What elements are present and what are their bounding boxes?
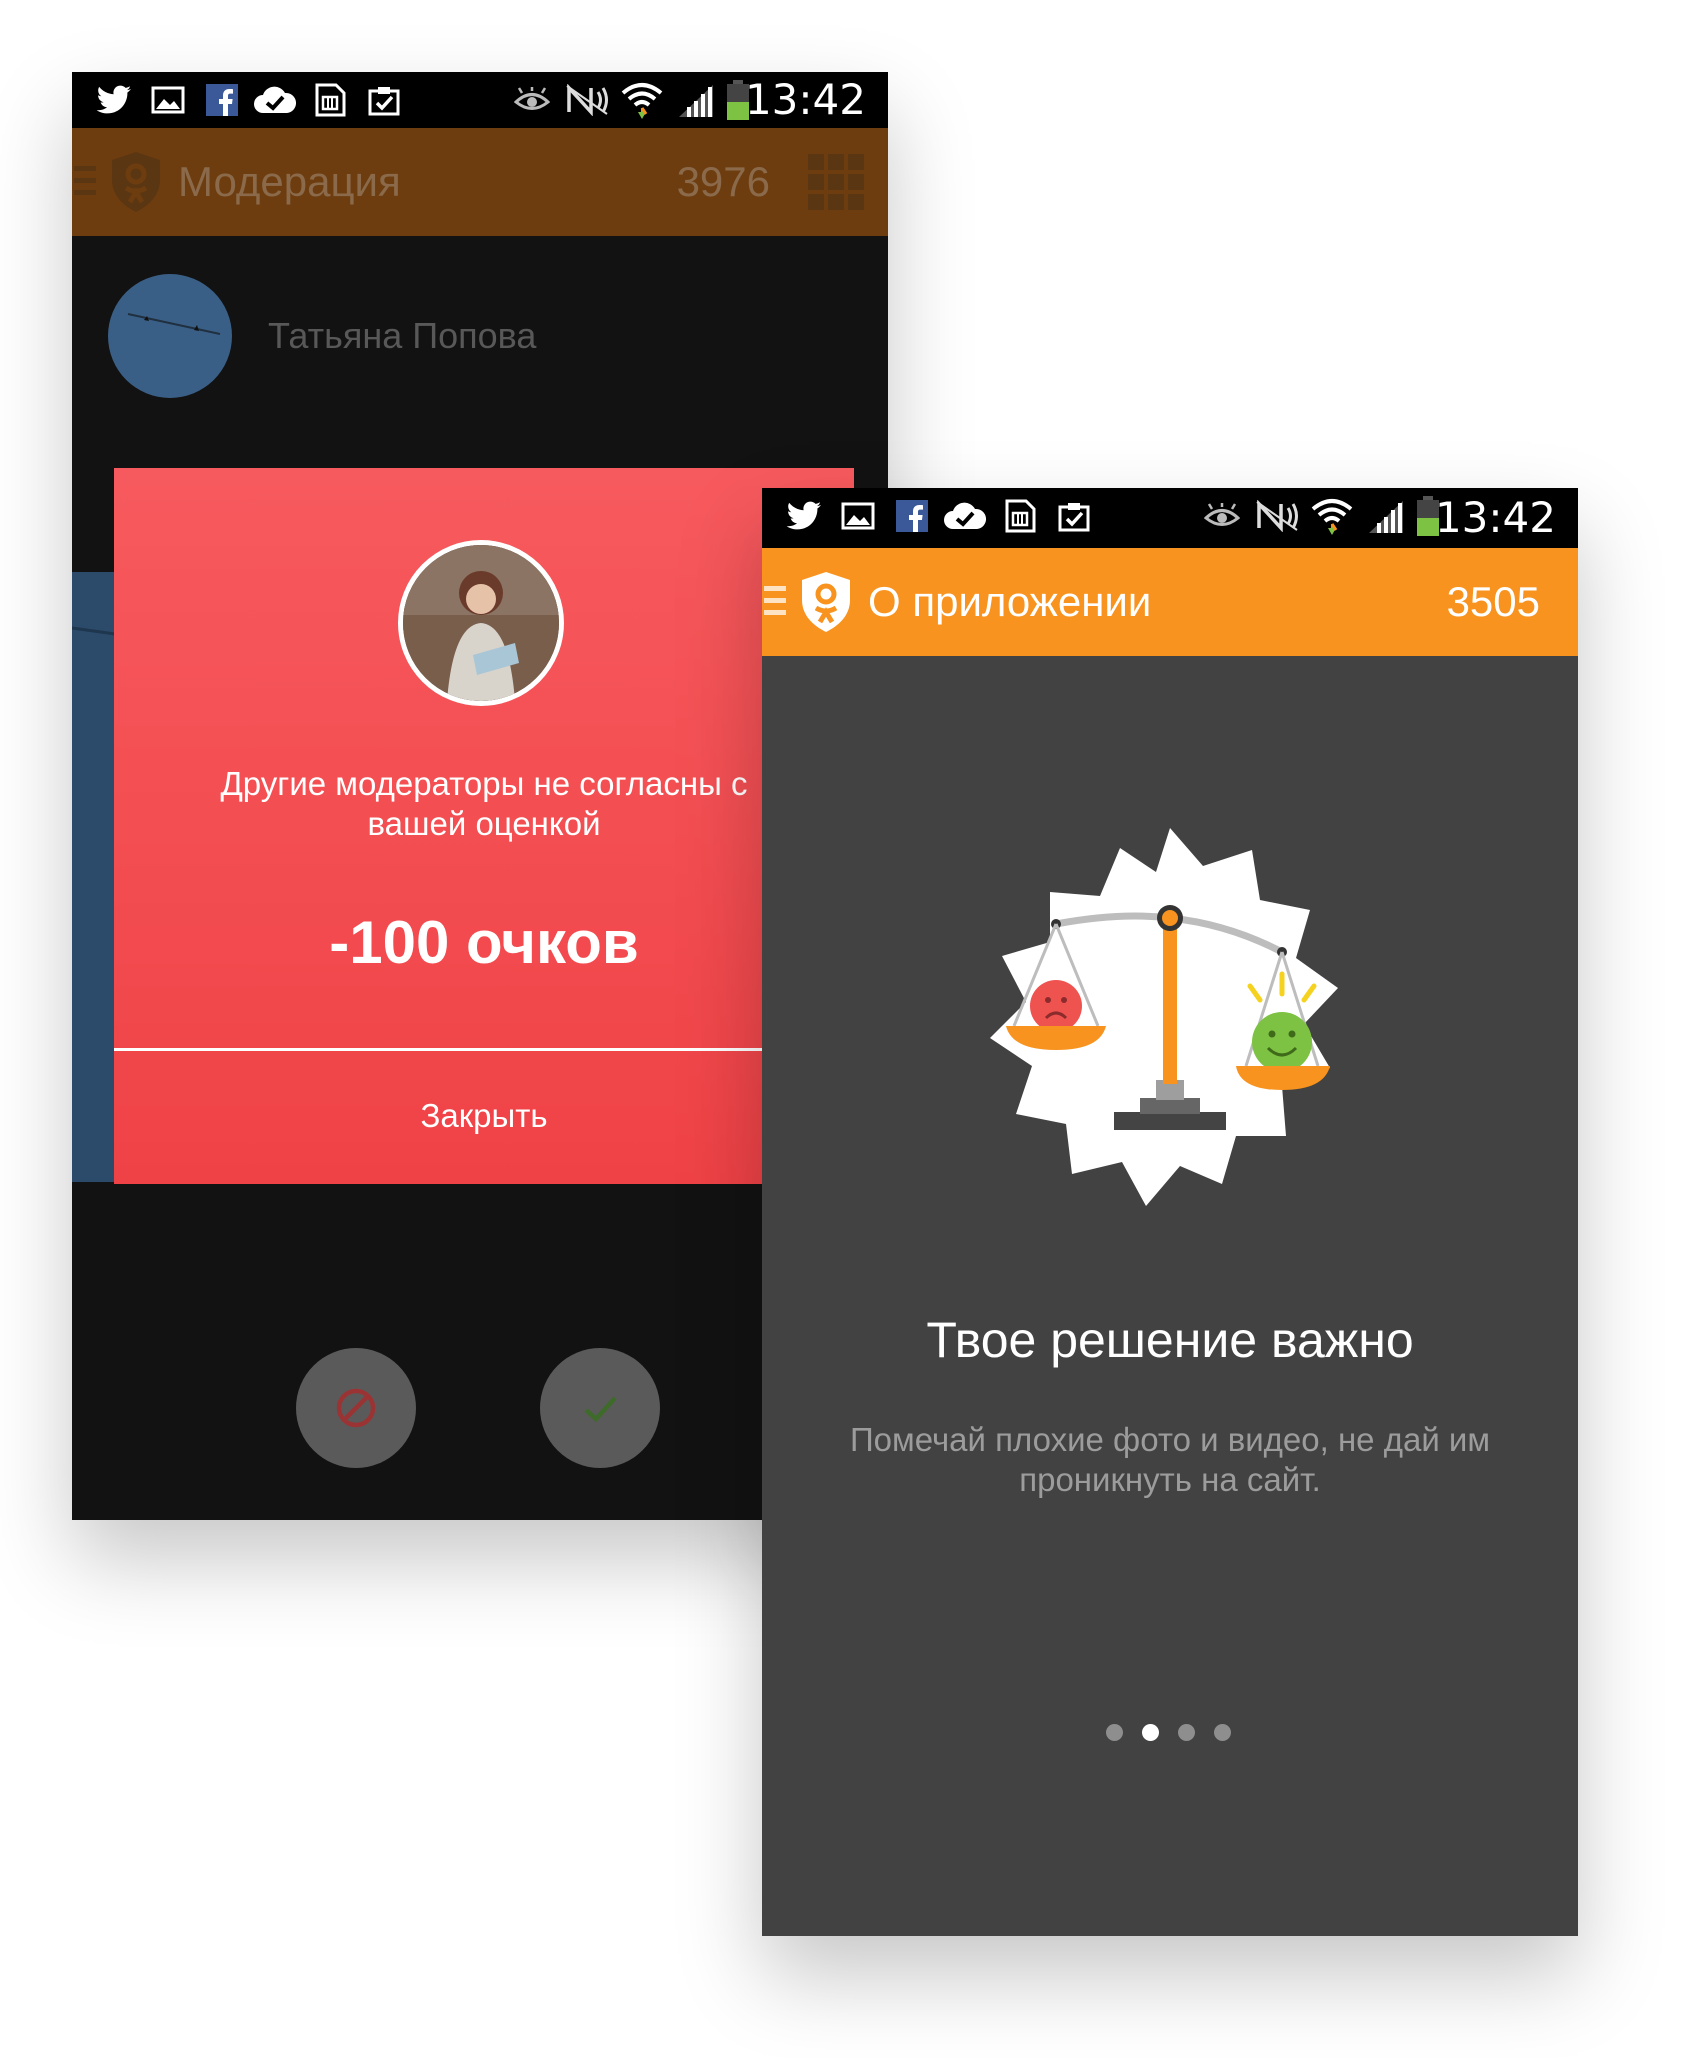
sim-icon [1000, 496, 1040, 536]
app-bar: Модерация 3976 [72, 128, 888, 236]
reject-button[interactable] [296, 1348, 416, 1468]
clipboard-check-icon [364, 80, 404, 120]
user-name: Татьяна Попова [268, 315, 537, 356]
page-title: Модерация [178, 158, 401, 205]
twitter-icon [94, 80, 134, 120]
onboarding-description: Помечай плохие фото и видео, не дай им п… [849, 1421, 1491, 1498]
check-icon [584, 1396, 617, 1423]
nfc-icon [564, 80, 610, 120]
sim-icon [310, 80, 350, 120]
page-dot-active[interactable] [1142, 1724, 1159, 1741]
gallery-icon [148, 80, 188, 120]
menu-icon[interactable] [764, 586, 786, 618]
score-count: 3976 [676, 158, 770, 205]
score-count: 3505 [1446, 578, 1540, 625]
facebook-icon [202, 80, 242, 120]
wifi-icon [620, 80, 664, 120]
page-dot[interactable] [1106, 1724, 1123, 1741]
ok-shield-logo-icon [108, 150, 164, 214]
penalty-score: -100 очков [329, 909, 639, 976]
ok-shield-logo-icon [798, 570, 854, 634]
penalty-dialog: Другие модераторы не согласны с вашей оц… [114, 468, 854, 1184]
eye-icon [1202, 496, 1242, 536]
apps-grid-icon[interactable] [808, 154, 864, 210]
block-icon [336, 1388, 376, 1428]
page-dot[interactable] [1214, 1724, 1231, 1741]
signal-icon [1366, 496, 1406, 536]
signal-icon [676, 80, 716, 120]
facebook-icon [892, 496, 932, 536]
about-screen: 13:42 О приложении 3505 Твое решение важ… [762, 488, 1578, 1936]
status-time: 13:42 [1434, 493, 1556, 542]
onboarding-headline: Твое решение важно [926, 1312, 1414, 1368]
page-title: О приложении [868, 578, 1152, 625]
cloud-check-icon [252, 80, 298, 120]
app-bar: О приложении 3505 [762, 548, 1578, 656]
balance-scale-illustration [960, 828, 1380, 1248]
status-bar: 13:42 [762, 488, 1578, 548]
moderated-photo-avatar [398, 540, 564, 706]
page-indicator [1106, 1724, 1250, 1744]
clipboard-check-icon [1054, 496, 1094, 536]
eye-icon [512, 80, 552, 120]
menu-icon[interactable] [74, 166, 96, 198]
nfc-icon [1254, 496, 1300, 536]
status-time: 13:42 [744, 75, 866, 124]
dialog-message: Другие модераторы не согласны с вашей оц… [220, 765, 748, 842]
close-button[interactable]: Закрыть [114, 1051, 854, 1184]
avatar [108, 274, 232, 398]
status-bar: 13:42 [72, 72, 888, 128]
twitter-icon [784, 496, 824, 536]
page-dot[interactable] [1178, 1724, 1195, 1741]
gallery-icon [838, 496, 878, 536]
approve-button[interactable] [540, 1348, 660, 1468]
cloud-check-icon [942, 496, 988, 536]
wifi-icon [1310, 496, 1354, 536]
